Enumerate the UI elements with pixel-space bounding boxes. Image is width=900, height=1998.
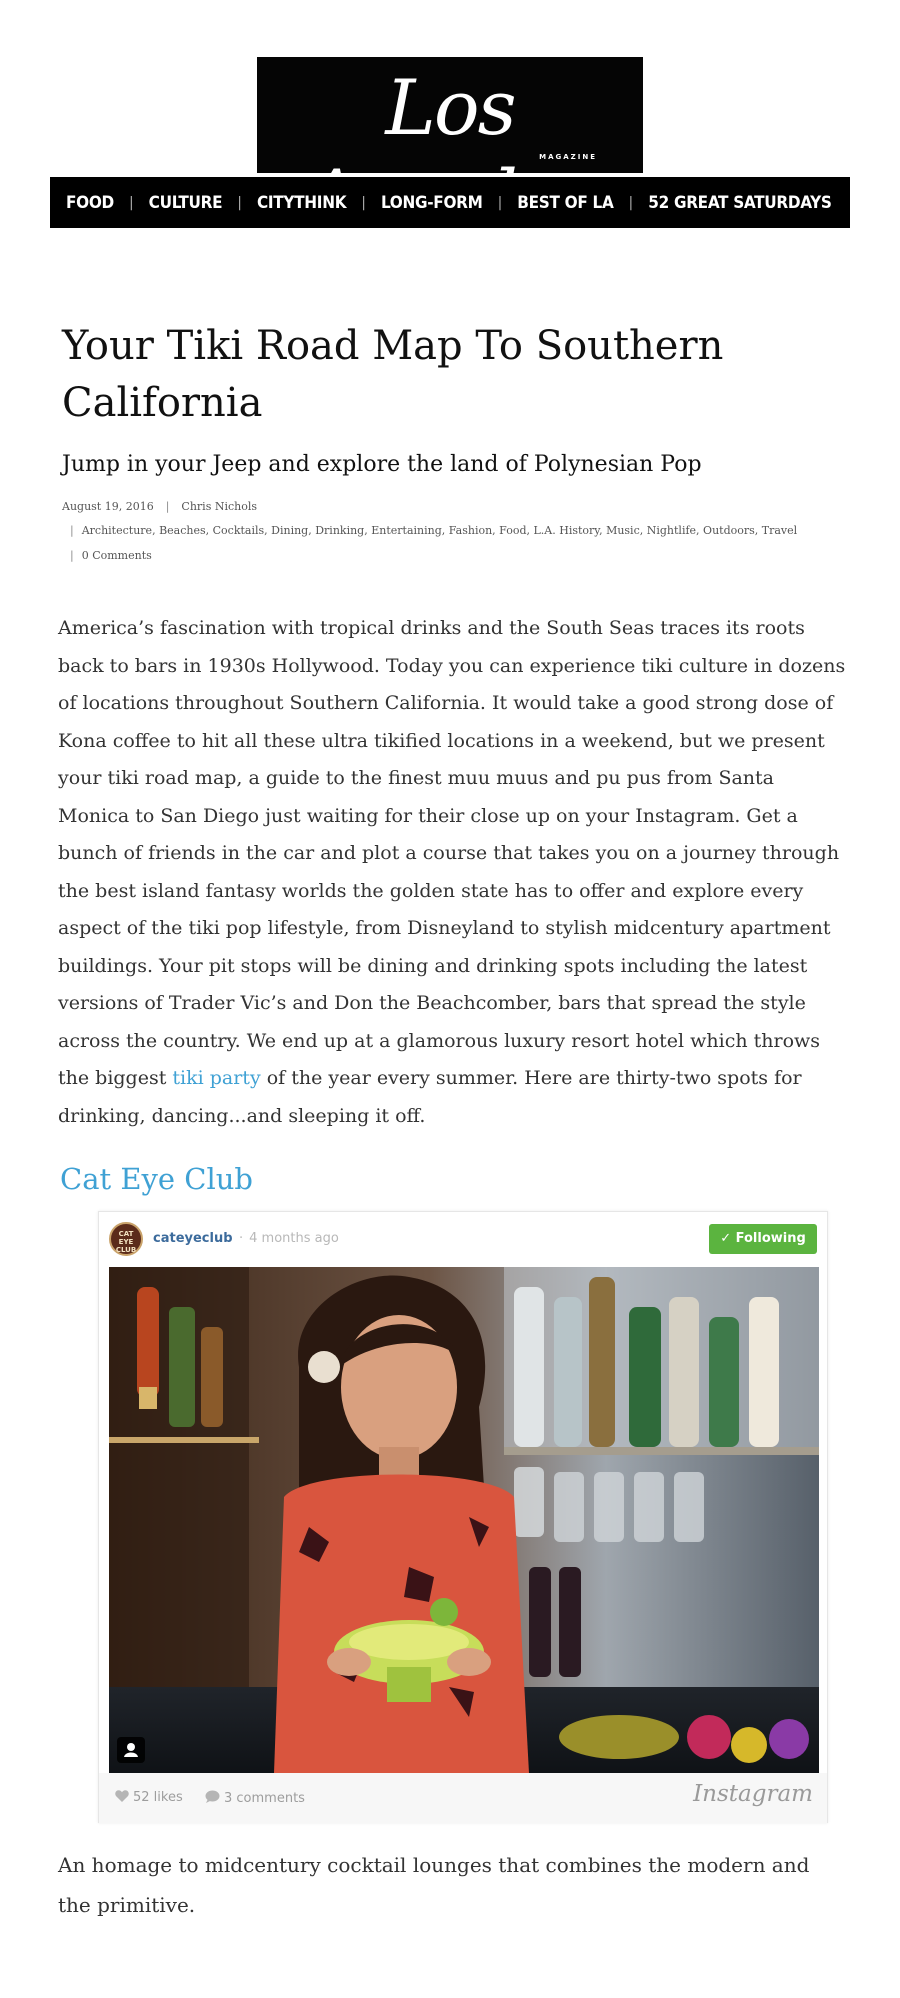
tag-link[interactable]: Cocktails [213,524,265,537]
nav-item-citythink[interactable]: CITYTHINK [257,193,347,213]
nav-item-food[interactable]: FOOD [66,193,114,213]
article-date: August 19, 2016 [62,500,154,513]
nav-item-52-great-saturdays[interactable]: 52 GREAT SATURDAYS [648,193,832,213]
heart-icon [115,1790,129,1802]
following-button[interactable]: ✓ Following [709,1224,817,1254]
tag-link[interactable]: Entertaining [371,524,442,537]
comment-count-line: | 0 Comments [70,549,152,562]
comments-text: 3 comments [224,1791,305,1806]
nav-separator: | [497,194,503,211]
article-page: Los Angeles MAGAZINE FOOD | CULTURE | CI… [0,0,900,1998]
article-tags: | Architecture, Beaches, Cocktails, Dinin… [70,524,798,537]
user-tag-icon[interactable] [117,1737,145,1763]
tag-link[interactable]: Travel [762,524,797,537]
likes-count[interactable]: 52 likes [115,1790,183,1805]
post-time: · 4 months ago [239,1231,339,1246]
photo-caption: An homage to midcentury cocktail lounges… [58,1853,810,1917]
nav-separator: | [361,194,366,211]
logo-subtext: MAGAZINE [539,153,597,161]
section-title-cat-eye-club[interactable]: Cat Eye Club [60,1162,253,1196]
post-photo[interactable] [109,1267,819,1773]
tiki-party-link[interactable]: tiki party [172,1067,260,1089]
nav-item-long-form[interactable]: LONG-FORM [381,193,483,213]
article-body: America’s fascination with tropical drin… [58,610,848,1135]
tag-link[interactable]: Drinking [315,524,364,537]
body-text-part: America’s fascination with tropical drin… [58,617,846,1089]
tag-link[interactable]: Beaches [159,524,206,537]
post-time-text: 4 months ago [249,1231,339,1246]
tag-link[interactable]: Nightlife [647,524,696,537]
comment-bubble-icon [205,1790,220,1803]
site-logo[interactable]: Los Angeles MAGAZINE [257,57,643,242]
likes-text: 52 likes [133,1790,183,1805]
article-byline: August 19, 2016 | Chris Nichols [62,500,258,513]
tag-link[interactable]: Dining [271,524,308,537]
tag-link[interactable]: Outdoors [703,524,755,537]
instagram-wordmark[interactable]: Instagram [693,1781,813,1807]
article-subtitle: Jump in your Jeep and explore the land o… [62,452,702,477]
nav-separator: | [128,194,134,211]
nav-item-culture[interactable]: CULTURE [149,193,223,213]
comments-link[interactable]: 0 Comments [82,549,152,562]
nav-separator: | [237,194,242,211]
nav-item-best-of-la[interactable]: BEST OF LA [517,193,614,213]
embed-footer: 52 likes 3 comments Instagram [99,1773,827,1823]
article-title: Your Tiki Road Map To Southern Californi… [62,323,724,426]
embed-header: CAT EYE CLUB cateyeclub · 4 months ago ✓ … [99,1212,827,1267]
tag-link[interactable]: Fashion [449,524,492,537]
author-link[interactable]: Chris Nichols [181,500,257,513]
comments-count[interactable]: 3 comments [205,1790,305,1806]
nav-separator: | [628,194,634,211]
avatar[interactable]: CAT EYE CLUB [109,1222,143,1256]
bar-photo-illustration [109,1267,819,1773]
tag-link[interactable]: Music [606,524,640,537]
main-nav: FOOD | CULTURE | CITYTHINK | LONG-FORM |… [50,177,850,228]
tag-link[interactable]: Architecture [82,524,152,537]
tag-link[interactable]: L.A. History [534,524,600,537]
instagram-username[interactable]: cateyeclub [153,1231,233,1246]
instagram-embed: CAT EYE CLUB cateyeclub · 4 months ago ✓ … [98,1211,828,1823]
tag-link[interactable]: Food [499,524,526,537]
